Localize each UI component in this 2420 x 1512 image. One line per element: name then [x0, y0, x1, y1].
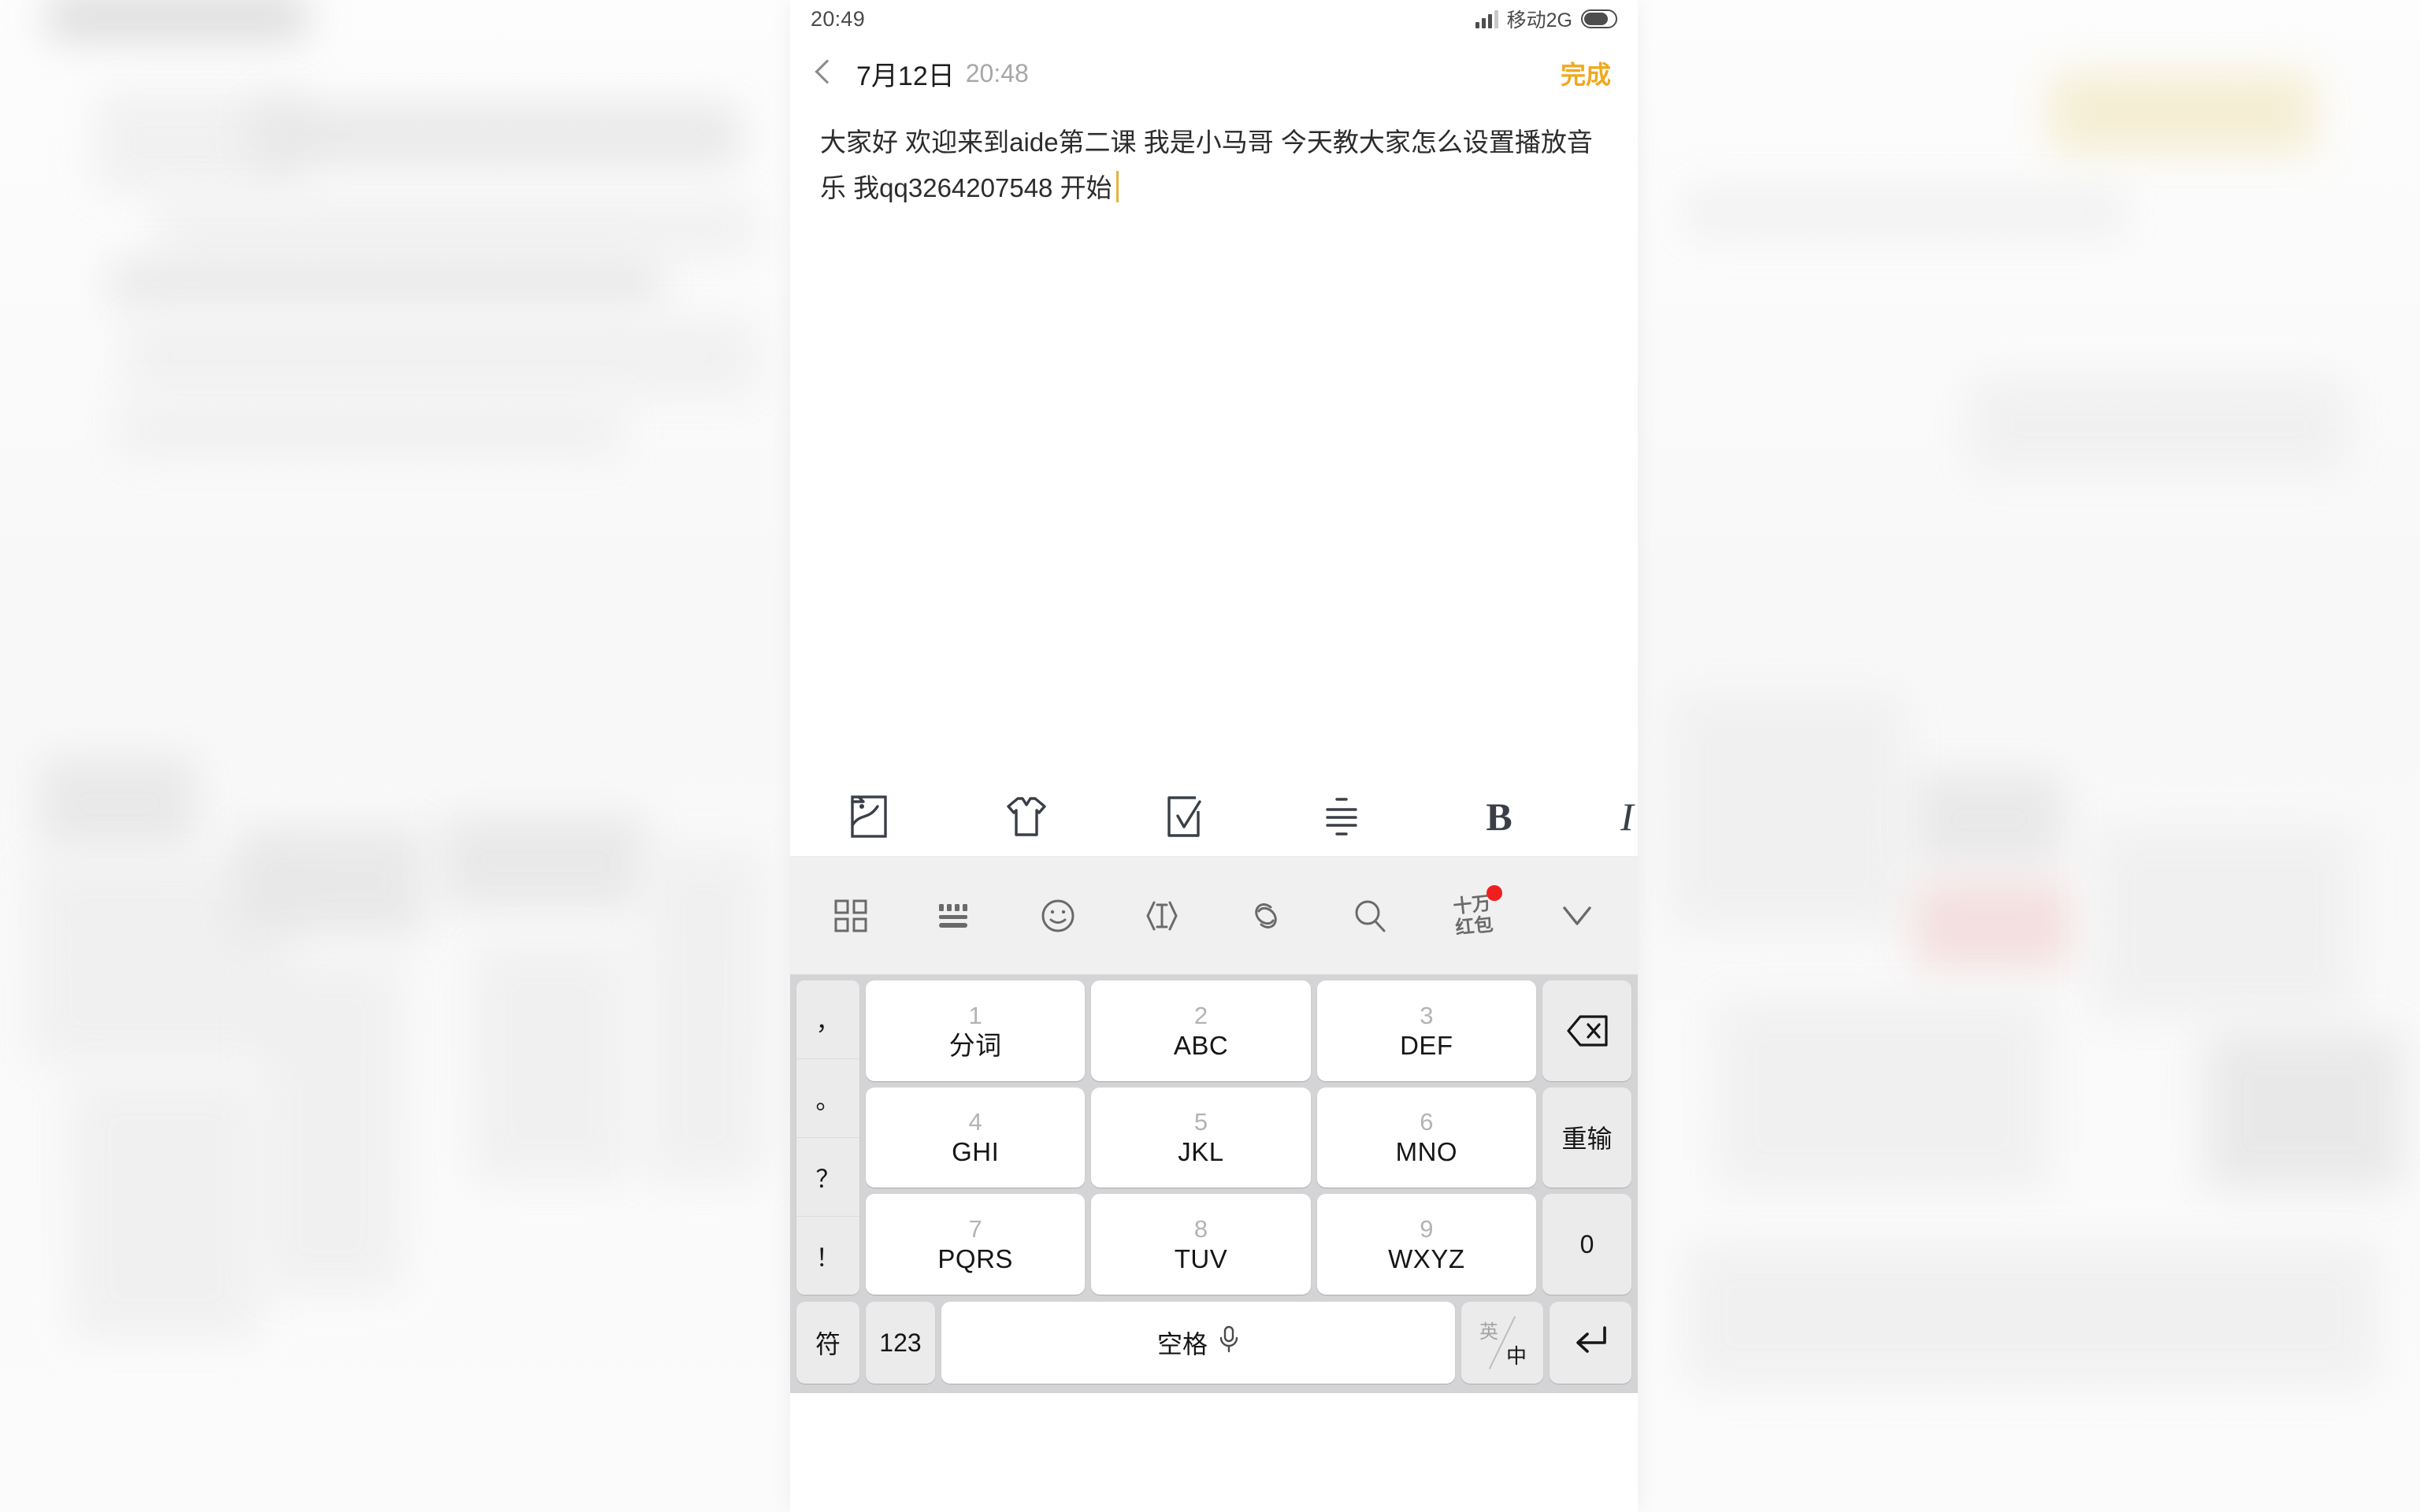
carrier-label: 移动2G [1506, 9, 1572, 32]
key-sublabel: WXYZ [1388, 1244, 1465, 1274]
apps-grid-icon[interactable] [817, 882, 885, 950]
key-period[interactable]: 。 [796, 1059, 859, 1138]
search-icon[interactable] [1336, 882, 1404, 950]
key-zero[interactable]: 0 [1542, 1194, 1631, 1295]
key-8[interactable]: 8 TUV [1091, 1194, 1311, 1295]
key-sublabel: MNO [1395, 1137, 1458, 1167]
key-digit: 9 [1420, 1215, 1434, 1243]
status-time: 20:49 [811, 6, 866, 31]
number-grid: 1 分词 2 ABC 3 DEF 4 GHI 5 JKL 6 MNO 7 PQR… [866, 980, 1536, 1295]
note-time: 20:48 [965, 58, 1029, 87]
key-comma[interactable]: ， [796, 980, 859, 1059]
language-toggle-key[interactable]: 英 中 [1461, 1302, 1543, 1384]
status-indicators: 移动2G [1475, 5, 1617, 33]
signal-bars-icon [1475, 9, 1498, 28]
key-sublabel: PQRS [937, 1244, 1013, 1274]
key-1[interactable]: 1 分词 [866, 980, 1086, 1081]
key-sublabel: TUV [1174, 1244, 1228, 1274]
red-packet-line2: 红包 [1454, 913, 1494, 939]
text-select-icon[interactable] [1128, 882, 1196, 950]
keyboard-toolbar: 十万 红包 [790, 857, 1638, 975]
numeric-key[interactable]: 123 [866, 1302, 935, 1384]
key-6[interactable]: 6 MNO [1316, 1087, 1536, 1188]
punctuation-column: ， 。 ？ ！ [796, 980, 859, 1295]
red-packet-icon[interactable]: 十万 红包 [1439, 882, 1507, 950]
done-button[interactable]: 完成 [1561, 55, 1611, 91]
bold-label: B [1486, 794, 1512, 839]
battery-icon [1581, 9, 1617, 28]
backspace-key[interactable] [1542, 980, 1631, 1081]
key-digit: 8 [1193, 1215, 1208, 1243]
key-sublabel: DEF [1400, 1030, 1453, 1060]
keypad: ， 。 ？ ！ 1 分词 2 ABC 3 DEF 4 GHI 5 JKL 6 M… [790, 975, 1638, 1302]
phone-screen: 20:49 移动2G 7月12日 20:48 完成 大家好 欢迎来到aide第二… [790, 0, 1638, 1512]
key-sublabel: GHI [952, 1137, 1000, 1167]
emoji-icon[interactable] [1024, 882, 1092, 950]
key-digit: 7 [968, 1215, 982, 1243]
chevron-down-icon[interactable] [1543, 882, 1611, 950]
format-toolbar: B I [790, 776, 1638, 857]
space-key[interactable]: 空格 [941, 1302, 1455, 1384]
align-icon[interactable] [1263, 796, 1420, 837]
key-sublabel: ABC [1173, 1030, 1229, 1060]
page-title: 7月12日 [856, 61, 955, 91]
key-4[interactable]: 4 GHI [866, 1087, 1086, 1188]
key-digit: 4 [968, 1108, 982, 1136]
space-label: 空格 [1156, 1330, 1208, 1358]
screen-root: 20:49 移动2G 7月12日 20:48 完成 大家好 欢迎来到aide第二… [0, 0, 2420, 1512]
note-editor[interactable]: 大家好 欢迎来到aide第二课 我是小马哥 今天教大家怎么设置播放音乐 我qq3… [790, 109, 1638, 776]
text-caret [1115, 171, 1119, 202]
key-digit: 6 [1420, 1108, 1434, 1136]
note-text-area[interactable]: 大家好 欢迎来到aide第二课 我是小马哥 今天教大家怎么设置播放音乐 我qq3… [820, 120, 1609, 211]
bold-icon[interactable]: B [1420, 797, 1578, 836]
keypad-bottom-row: 符 123 空格 英 中 [790, 1302, 1638, 1393]
reinput-key[interactable]: 重输 [1542, 1087, 1631, 1188]
key-digit: 1 [968, 1001, 982, 1029]
symbol-key[interactable]: 符 [796, 1302, 859, 1384]
keypad-right-column: 重输 0 [1542, 980, 1631, 1295]
keyboard-icon[interactable] [921, 882, 989, 950]
microphone-icon [1219, 1325, 1239, 1360]
clip-icon[interactable] [1232, 882, 1300, 950]
key-3[interactable]: 3 DEF [1316, 980, 1536, 1081]
tshirt-icon[interactable] [948, 795, 1105, 838]
key-5[interactable]: 5 JKL [1091, 1087, 1311, 1188]
back-chevron-icon[interactable] [812, 55, 839, 91]
key-2[interactable]: 2 ABC [1091, 980, 1311, 1081]
badge-dot [1487, 884, 1503, 901]
key-7[interactable]: 7 PQRS [866, 1194, 1086, 1295]
italic-icon[interactable]: I [1578, 797, 1638, 836]
italic-label: I [1620, 794, 1634, 839]
key-9[interactable]: 9 WXYZ [1316, 1194, 1536, 1295]
status-bar: 20:49 移动2G [790, 0, 1638, 38]
checkbox-icon[interactable] [1105, 795, 1263, 838]
key-question[interactable]: ？ [796, 1138, 859, 1217]
enter-arrow-icon [1572, 1324, 1609, 1362]
image-icon[interactable] [790, 795, 948, 838]
key-digit: 5 [1193, 1108, 1208, 1136]
nav-header: 7月12日 20:48 完成 [790, 38, 1638, 109]
key-sublabel: JKL [1178, 1137, 1224, 1167]
lang-en-label: 英 [1479, 1321, 1498, 1343]
key-digit: 2 [1193, 1001, 1208, 1029]
key-exclaim[interactable]: ！ [796, 1217, 859, 1295]
key-digit: 3 [1420, 1001, 1434, 1029]
key-sublabel: 分词 [948, 1030, 1002, 1060]
lang-zh-label: 中 [1505, 1344, 1527, 1368]
note-text: 大家好 欢迎来到aide第二课 我是小马哥 今天教大家怎么设置播放音乐 我qq3… [820, 128, 1593, 202]
enter-key[interactable] [1550, 1302, 1631, 1384]
